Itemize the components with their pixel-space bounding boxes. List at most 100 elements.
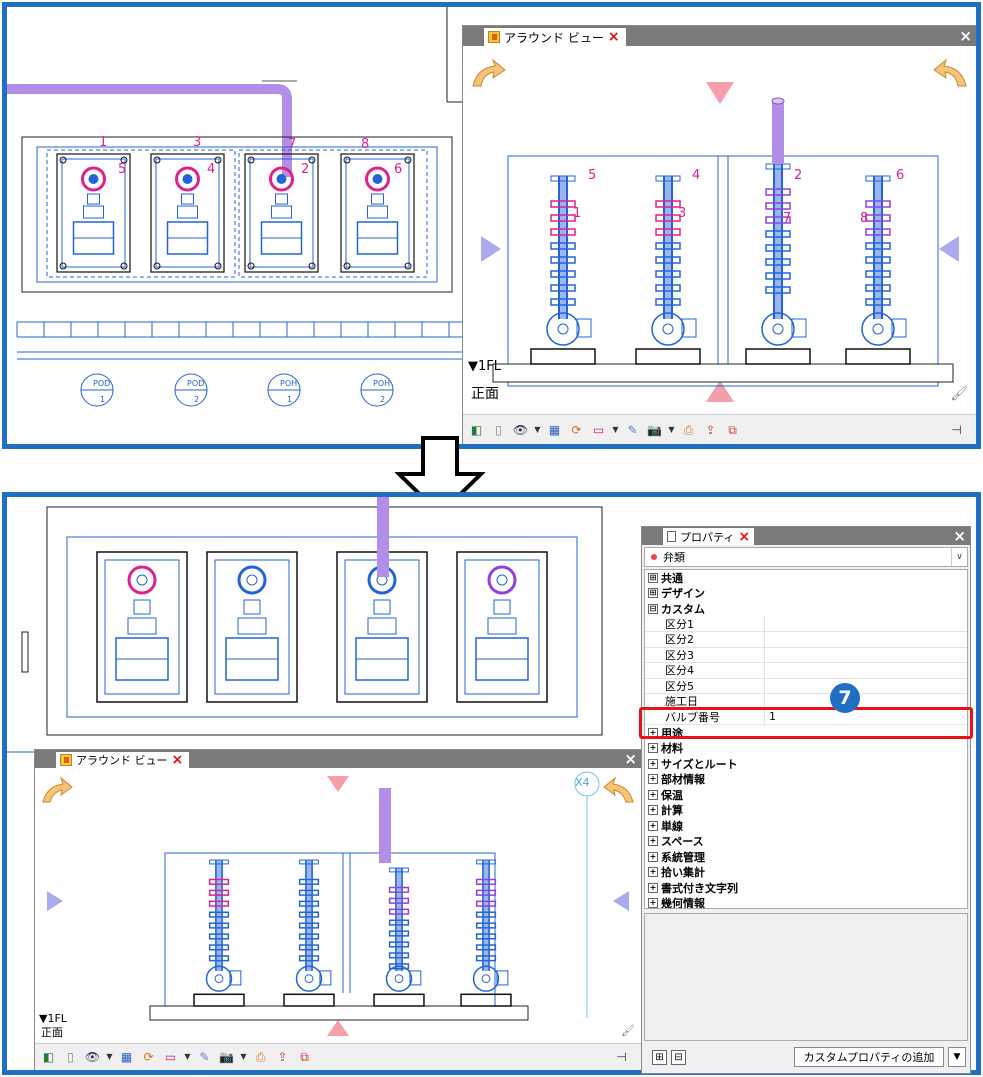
dropdown-icon[interactable]: ▼ — [533, 420, 542, 439]
panel-titlebar[interactable]: アラウンド ビュー × × — [463, 26, 976, 46]
expand-icon[interactable]: + — [648, 805, 658, 816]
view-3d-icon[interactable]: ◧ — [39, 1048, 58, 1067]
property-name: 区分2 — [645, 632, 765, 647]
property-row[interactable]: 区分4 — [645, 663, 967, 679]
eye-icon[interactable]: 👁 — [83, 1048, 102, 1067]
property-category[interactable]: + 計算 — [645, 803, 967, 819]
export-icon[interactable]: ⇪ — [273, 1048, 292, 1067]
add-custom-property-button[interactable]: カスタムプロパティの追加 — [794, 1047, 944, 1067]
around-view-panel[interactable]: アラウンド ビュー × × ▼1FL 正面 🖌 5 1 4 3 2 7 6 8 … — [462, 25, 976, 444]
properties-panel[interactable]: プロパティ × × 弁類 ∨ ⊞ 共通 ⊞ デザイン ⊟ カスタム 区分1 区分2 区分3 区分4… — [641, 526, 971, 1074]
property-category[interactable]: + 幾何情報 — [645, 896, 967, 909]
expand-icon[interactable]: + — [648, 789, 658, 800]
close-panel-icon[interactable]: × — [624, 751, 637, 768]
expand-icon[interactable]: + — [648, 867, 658, 878]
refresh-icon[interactable]: ⟳ — [139, 1048, 158, 1067]
layout-icon[interactable]: ▦ — [117, 1048, 136, 1067]
fixture-label: POH — [280, 379, 298, 388]
box-icon[interactable]: ▭ — [589, 420, 608, 439]
property-category[interactable]: + 部材情報 — [645, 772, 967, 788]
valve-number: 2 — [794, 168, 803, 183]
panel-titlebar[interactable]: アラウンド ビュー × × — [35, 750, 641, 768]
view-2d-icon[interactable]: ▯ — [61, 1048, 80, 1067]
expand-icon[interactable]: + — [648, 836, 658, 847]
close-panel-icon[interactable]: × — [953, 528, 966, 545]
valve-number: 2 — [301, 162, 310, 177]
expand-icon[interactable]: + — [648, 898, 658, 908]
expand-icon[interactable]: + — [648, 743, 658, 754]
close-panel-icon[interactable]: × — [959, 27, 972, 45]
link-icon[interactable]: ⧉ — [295, 1048, 314, 1067]
pump-number: 8 — [361, 137, 370, 152]
property-category[interactable]: + スペース — [645, 834, 967, 850]
layout-icon[interactable]: ▦ — [545, 420, 564, 439]
close-tab-icon[interactable]: × — [172, 753, 184, 767]
grid-marker-label: X4 — [575, 776, 590, 789]
elevation-view-canvas[interactable] — [463, 46, 976, 414]
dropdown-icon[interactable]: ▼ — [611, 420, 620, 439]
close-tab-icon[interactable]: × — [608, 30, 620, 44]
fixture-label: 2 — [194, 395, 200, 404]
pencil-icon[interactable]: ✎ — [195, 1048, 214, 1067]
property-category[interactable]: ⊟ カスタム — [645, 601, 967, 617]
category-select[interactable]: 弁類 ∨ — [644, 547, 968, 567]
property-category[interactable]: + 材料 — [645, 741, 967, 757]
expand-icon[interactable]: ⊞ — [648, 588, 658, 599]
expand-icon[interactable]: + — [648, 851, 658, 862]
property-category[interactable]: ⊞ デザイン — [645, 586, 967, 602]
tab-around-view[interactable]: アラウンド ビュー × — [483, 27, 627, 46]
box-icon[interactable]: ▭ — [161, 1048, 180, 1067]
property-category[interactable]: + 保温 — [645, 787, 967, 803]
dropdown-icon[interactable]: ▼ — [667, 420, 676, 439]
rotate-right-icon — [603, 776, 634, 803]
category-icon — [651, 554, 657, 560]
callout-number-badge: 7 — [830, 683, 860, 713]
chevron-down-icon[interactable]: ∨ — [951, 548, 967, 566]
property-category[interactable]: + 書式付き文字列 — [645, 880, 967, 896]
dropdown-icon[interactable]: ▼ — [105, 1048, 114, 1067]
view-2d-icon[interactable]: ▯ — [489, 420, 508, 439]
paint-brush-icon[interactable]: 🖌 — [621, 1024, 635, 1037]
property-row[interactable]: 区分1 — [645, 616, 967, 632]
expand-all-button[interactable]: ⊞ — [652, 1049, 667, 1065]
property-category[interactable]: + 拾い集計 — [645, 865, 967, 881]
tab-properties[interactable]: プロパティ × — [662, 527, 756, 545]
expand-icon[interactable]: + — [648, 882, 658, 893]
refresh-icon[interactable]: ⟳ — [567, 420, 586, 439]
expand-icon[interactable]: + — [648, 758, 658, 769]
export-icon[interactable]: ⇪ — [701, 420, 720, 439]
property-category[interactable]: + サイズとルート — [645, 756, 967, 772]
around-view-panel[interactable]: アラウンド ビュー × × X4 ▼1FL 正面 🖌 ◧ ▯ 👁 ▼ ▦ ⟳ ▭ ▼ ✎ 📷 ▼ ⎙ ⇪… — [34, 749, 642, 1070]
camera-icon[interactable]: 📷 — [217, 1048, 236, 1067]
chevron-down-icon[interactable]: ▼ — [948, 1047, 966, 1067]
property-category[interactable]: + 単線 — [645, 818, 967, 834]
print-icon[interactable]: ⎙ — [251, 1048, 270, 1067]
camera-icon[interactable]: 📷 — [645, 420, 664, 439]
pencil-icon[interactable]: ✎ — [623, 420, 642, 439]
property-row[interactable]: 区分3 — [645, 647, 967, 663]
pin-icon[interactable]: ⊣ — [947, 420, 966, 439]
dropdown-icon[interactable]: ▼ — [183, 1048, 192, 1067]
property-row[interactable]: 区分2 — [645, 632, 967, 648]
link-icon[interactable]: ⧉ — [723, 420, 742, 439]
expand-icon[interactable]: + — [648, 820, 658, 831]
eye-icon[interactable]: 👁 — [511, 420, 530, 439]
close-tab-icon[interactable]: × — [738, 530, 750, 544]
view-name-label: 正面 — [471, 386, 499, 402]
category-label: 幾何情報 — [661, 897, 705, 909]
collapse-all-button[interactable]: ⊟ — [671, 1049, 686, 1065]
property-category[interactable]: + 系統管理 — [645, 849, 967, 865]
expand-icon[interactable]: ⊟ — [648, 603, 658, 614]
expand-icon[interactable]: ⊞ — [648, 572, 658, 583]
property-grid[interactable]: ⊞ 共通 ⊞ デザイン ⊟ カスタム 区分1 区分2 区分3 区分4 区分5 施工日 バルブ番号 1 + 用途… — [644, 569, 968, 909]
dropdown-icon[interactable]: ▼ — [239, 1048, 248, 1067]
expand-icon[interactable]: + — [648, 774, 658, 785]
paint-brush-icon[interactable]: 🖌 — [950, 386, 968, 402]
tab-around-view[interactable]: アラウンド ビュー × — [55, 751, 191, 768]
elevation-view-canvas[interactable] — [35, 768, 641, 1044]
property-category[interactable]: ⊞ 共通 — [645, 570, 967, 586]
pin-icon[interactable]: ⊣ — [612, 1048, 631, 1067]
print-icon[interactable]: ⎙ — [679, 420, 698, 439]
panel-titlebar[interactable]: プロパティ × × — [642, 527, 970, 545]
property-row[interactable]: 区分5 — [645, 678, 967, 694]
